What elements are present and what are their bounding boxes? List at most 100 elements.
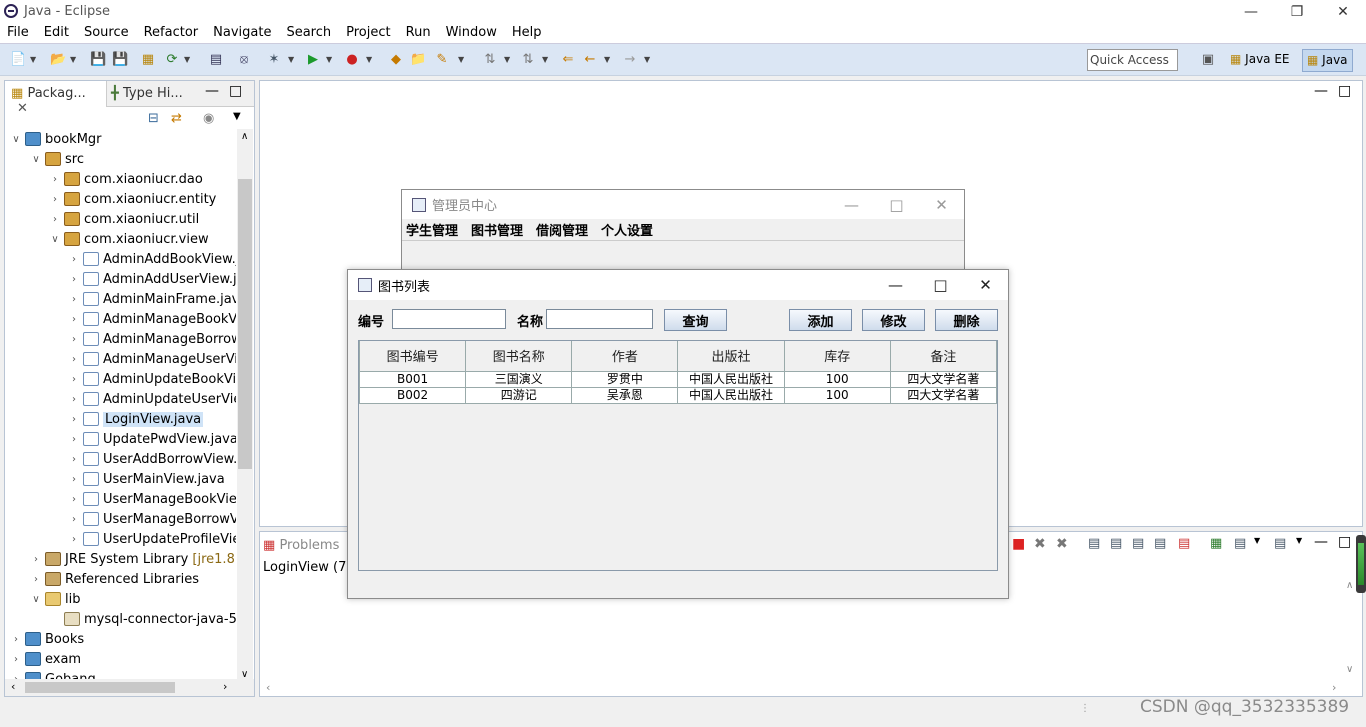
table-cell[interactable]: 四大文学名著 (889, 386, 998, 404)
menu-window[interactable]: Window (439, 23, 505, 43)
column-header[interactable]: 备注 (889, 341, 998, 372)
chevron-down-icon[interactable]: ▼ (542, 52, 548, 68)
menu-navigate[interactable]: Navigate (206, 23, 279, 43)
table-cell[interactable]: B001 (358, 370, 467, 388)
maximize-icon[interactable]: □ (874, 196, 919, 214)
edit-button[interactable]: 修改 (862, 309, 925, 331)
problems-row[interactable]: LoginView (7) (263, 560, 351, 575)
tree-item-java-file[interactable]: › AdminAddUserView.ja (5, 269, 236, 289)
menu-refactor[interactable]: Refactor (137, 23, 207, 43)
chevron-up-icon[interactable]: ∧ (1346, 580, 1353, 591)
vertical-scrollbar[interactable]: ∧ ∨ (237, 129, 253, 683)
chevron-right-icon[interactable]: › (67, 274, 81, 285)
minimize-view-icon[interactable]: — (1314, 534, 1328, 550)
tree-item-folder[interactable]: ∨ src (5, 149, 84, 169)
chevron-right-icon[interactable]: › (67, 334, 81, 345)
menu-student-manage[interactable]: 学生管理 (406, 220, 458, 239)
menu-search[interactable]: Search (279, 23, 339, 43)
close-icon[interactable]: ✕ (919, 196, 964, 214)
tree-item-java-file[interactable]: › AdminUpdateBookVie (5, 369, 236, 389)
close-icon[interactable]: ✕ (17, 101, 28, 116)
pin-console-icon[interactable]: ▦ (1210, 536, 1222, 551)
skip-breakpoints-icon[interactable]: ⦻ (236, 52, 252, 68)
debug-icon[interactable]: ✶ (266, 52, 282, 68)
tree-item-java-file-selected[interactable]: › LoginView.java (5, 409, 204, 429)
tree-item-library[interactable]: › Referenced Libraries (5, 569, 199, 589)
refresh-icon[interactable]: ⟳ (164, 52, 180, 68)
chevron-down-icon[interactable]: ▼ (184, 52, 190, 68)
chevron-right-icon[interactable]: › (48, 214, 62, 225)
table-cell[interactable]: 罗贯中 (571, 370, 679, 388)
tab-problems[interactable]: ▦ Problems (263, 538, 339, 553)
chevron-right-icon[interactable]: › (67, 354, 81, 365)
tree-item-package[interactable]: › com.xiaoniucr.util (5, 209, 199, 229)
chevron-down-icon[interactable]: ∨ (48, 234, 62, 245)
chevron-right-icon[interactable]: › (67, 494, 81, 505)
annotation-icon[interactable]: ⇅ (482, 52, 498, 68)
chevron-right-icon[interactable]: › (67, 294, 81, 305)
drag-handle-icon[interactable]: ⋮ (1080, 704, 1090, 714)
remove-launch-icon[interactable]: ✖ (1034, 536, 1046, 552)
coverage-icon[interactable]: ● (344, 52, 360, 68)
table-cell[interactable]: 四大文学名著 (889, 370, 998, 388)
perspective-java[interactable]: ▦ Java (1302, 49, 1353, 72)
tree-item-java-file[interactable]: › UserManageBookView (5, 489, 236, 509)
last-edit-icon[interactable]: ⇐ (560, 52, 576, 68)
tree-item-project[interactable]: › Books (5, 629, 84, 649)
quick-access-input[interactable]: Quick Access (1087, 49, 1178, 71)
scroll-lock-icon[interactable]: ▤ (1110, 536, 1122, 551)
table-row[interactable]: B001 三国演义 罗贯中 中国人民出版社 100 四大文学名著 (358, 370, 998, 388)
show-error-icon[interactable]: ▤ (1178, 536, 1190, 551)
forward-icon[interactable]: → (622, 52, 638, 68)
chevron-right-icon[interactable]: › (67, 314, 81, 325)
column-header[interactable]: 图书编号 (358, 341, 467, 372)
maximize-view-icon[interactable]: □ (1338, 534, 1351, 550)
clear-console-icon[interactable]: ▤ (1088, 536, 1100, 551)
back-icon[interactable]: ← (582, 52, 598, 68)
run-icon[interactable]: ▶ (305, 52, 321, 68)
maximize-view-icon[interactable]: □ (229, 83, 242, 99)
minimize-icon[interactable]: — (1228, 0, 1274, 23)
table-cell[interactable]: 中国人民出版社 (677, 370, 785, 388)
tree-item-java-file[interactable]: › AdminUpdateUserViev (5, 389, 236, 409)
open-perspective-icon[interactable]: ▣ (1200, 52, 1216, 68)
menu-help[interactable]: Help (505, 23, 550, 43)
tree-item-project[interactable]: › exam (5, 649, 81, 669)
minimize-view-icon[interactable]: — (205, 83, 219, 99)
chevron-down-icon[interactable]: ∨ (9, 134, 23, 145)
chevron-right-icon[interactable]: › (48, 194, 62, 205)
collapse-all-icon[interactable]: ⊟ (148, 111, 159, 126)
chevron-down-icon[interactable]: ∨ (29, 154, 43, 165)
horizontal-scrollbar[interactable]: ‹ › (5, 679, 254, 696)
remove-all-icon[interactable]: ✖ (1056, 536, 1068, 552)
chevron-down-icon[interactable]: ▼ (644, 52, 650, 68)
chevron-left-icon[interactable]: ‹ (266, 681, 270, 694)
tree-item-java-file[interactable]: › UserUpdateProfileView (5, 529, 236, 549)
chevron-down-icon[interactable]: ▼ (70, 52, 76, 68)
chevron-right-icon[interactable]: › (1332, 681, 1336, 694)
column-header[interactable]: 库存 (783, 341, 891, 372)
tree-item-java-file[interactable]: › UserAddBorrowView.ja (5, 449, 236, 469)
open-folder-icon[interactable]: 📁 (410, 52, 426, 68)
chevron-down-icon[interactable]: ▼ (604, 52, 610, 68)
word-wrap-icon[interactable]: ▤ (1132, 536, 1144, 551)
tree-item-package[interactable]: › com.xiaoniucr.dao (5, 169, 203, 189)
table-cell[interactable]: 三国演义 (465, 370, 573, 388)
minimize-icon[interactable]: — (873, 276, 918, 294)
tree-item-java-file[interactable]: › AdminAddBookView.ja (5, 249, 236, 269)
chevron-up-icon[interactable]: ∧ (241, 131, 248, 142)
delete-button[interactable]: 删除 (935, 309, 998, 331)
column-header[interactable]: 作者 (571, 341, 679, 372)
open-type-icon[interactable]: ◆ (388, 52, 404, 68)
chevron-right-icon[interactable]: › (67, 534, 81, 545)
tab-package-explorer[interactable]: ▦ Packag... ✕ (5, 81, 107, 116)
chevron-right-icon[interactable]: › (9, 654, 23, 665)
close-icon[interactable]: ✕ (1320, 0, 1366, 23)
chevron-right-icon[interactable]: › (67, 414, 81, 425)
new-icon[interactable]: 📄 (10, 52, 26, 68)
chevron-right-icon[interactable]: › (67, 474, 81, 485)
save-icon[interactable]: 💾 (90, 52, 106, 68)
tree-item-java-file[interactable]: › UserMainView.java (5, 469, 225, 489)
chevron-right-icon[interactable]: › (223, 680, 227, 693)
tree-item-java-file[interactable]: › AdminMainFrame.java (5, 289, 236, 309)
